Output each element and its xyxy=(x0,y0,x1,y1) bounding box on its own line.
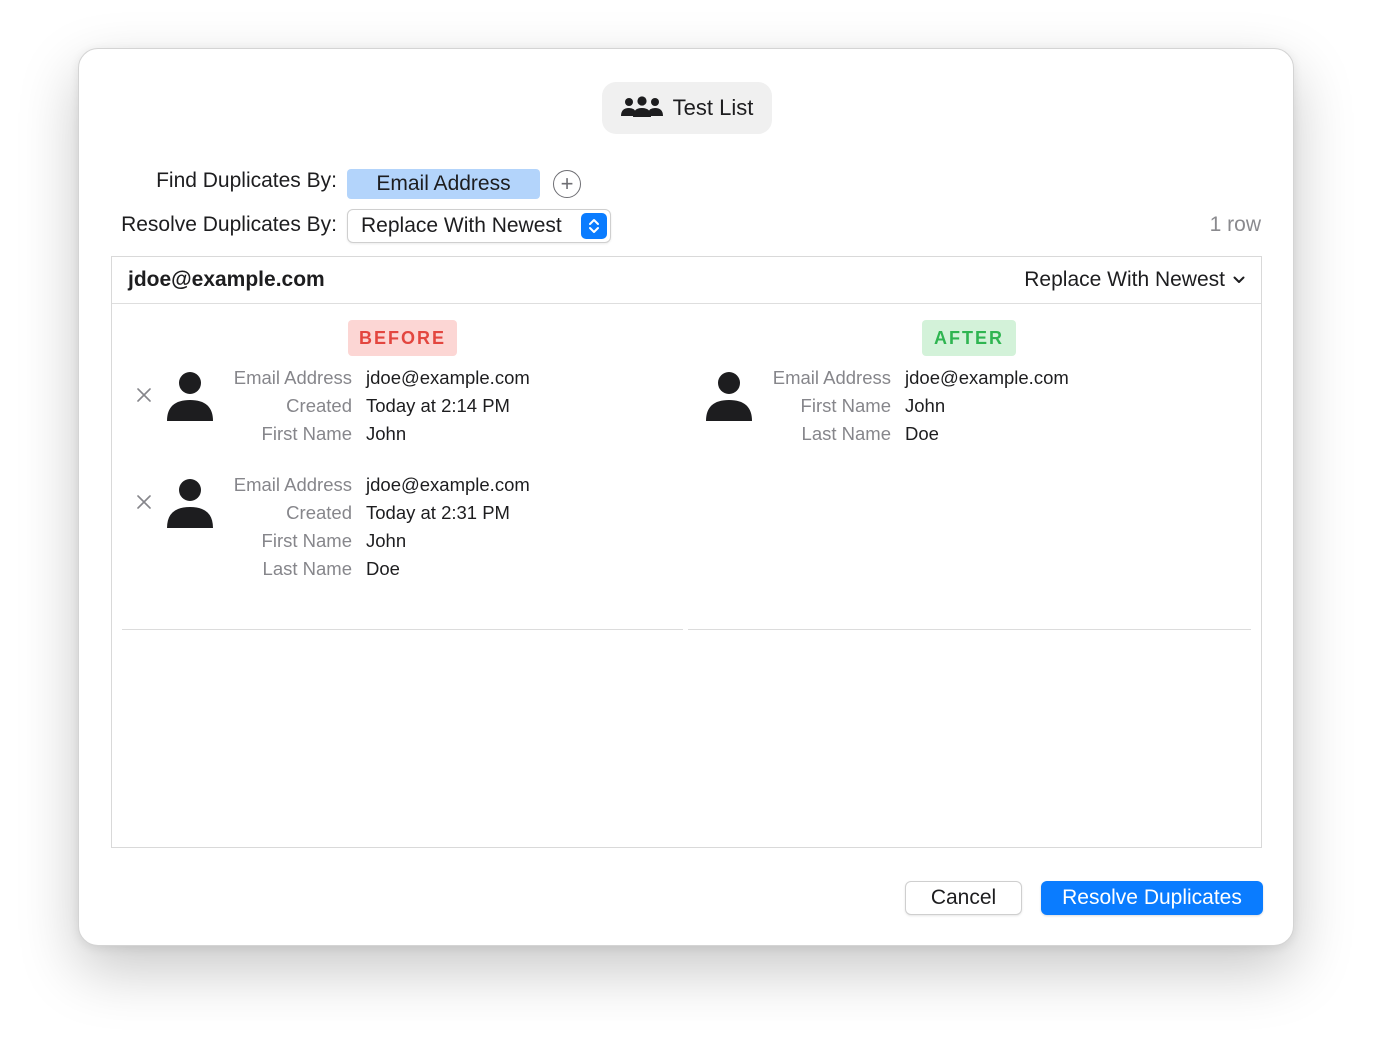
field-value-row: John xyxy=(905,395,1225,421)
field-key: First Name xyxy=(261,530,352,551)
group-email: jdoe@example.com xyxy=(128,268,325,291)
dedupe-sheet: Test List Find Duplicates By: Email Addr… xyxy=(78,48,1294,946)
resolve-strategy-value: Replace With Newest xyxy=(361,214,562,237)
field-value-row: John xyxy=(366,530,666,556)
field-value-row: Doe xyxy=(366,558,666,584)
field-key: Created xyxy=(286,395,352,416)
field-key: Email Address xyxy=(233,474,352,495)
field-value-row: jdoe@example.com xyxy=(905,367,1225,393)
field-value: Today at 2:31 PM xyxy=(366,502,510,523)
field-key: Email Address xyxy=(772,367,891,388)
field-value: Doe xyxy=(366,558,400,579)
field-value-row: John xyxy=(366,423,666,449)
people-group-icon xyxy=(620,96,663,117)
chevron-down-icon xyxy=(1233,276,1245,283)
remove-record-button[interactable] xyxy=(134,385,154,405)
field-key: Email Address xyxy=(233,367,352,388)
field-value: Today at 2:14 PM xyxy=(366,395,510,416)
after-badge: AFTER xyxy=(922,320,1016,356)
row-count: 1 row xyxy=(1209,213,1261,236)
field-label: Email Address xyxy=(691,367,891,393)
field-key: Created xyxy=(286,502,352,523)
before-divider xyxy=(122,629,683,630)
field-value: John xyxy=(366,530,407,551)
popup-stepper-icon xyxy=(581,213,607,239)
field-label: First Name xyxy=(691,395,891,421)
field-label: Last Name xyxy=(152,558,352,584)
field-value: jdoe@example.com xyxy=(366,367,530,388)
field-value-row: Today at 2:14 PM xyxy=(366,395,666,421)
field-label: Email Address xyxy=(152,474,352,500)
field-label: Created xyxy=(152,502,352,528)
field-key: First Name xyxy=(800,395,891,416)
field-key: Last Name xyxy=(801,423,891,444)
field-value: jdoe@example.com xyxy=(905,367,1069,388)
remove-record-button[interactable] xyxy=(134,492,154,512)
resolve-duplicates-button[interactable]: Resolve Duplicates xyxy=(1041,881,1263,915)
field-value-row: Today at 2:31 PM xyxy=(366,502,666,528)
field-value: John xyxy=(905,395,946,416)
list-chip[interactable]: Test List xyxy=(602,82,772,134)
close-icon xyxy=(137,495,151,509)
field-value: Doe xyxy=(905,423,939,444)
field-value-row: jdoe@example.com xyxy=(366,367,666,393)
after-divider xyxy=(688,629,1251,630)
plus-circle-icon: + xyxy=(560,171,574,196)
resolve-strategy-popup[interactable]: Replace With Newest xyxy=(347,209,611,243)
field-label: Created xyxy=(152,395,352,421)
field-value: jdoe@example.com xyxy=(366,474,530,495)
before-badge: BEFORE xyxy=(348,320,457,356)
field-label: Last Name xyxy=(691,423,891,449)
add-criteria-button[interactable]: + xyxy=(553,170,581,198)
field-value-row: jdoe@example.com xyxy=(366,474,666,500)
list-title: Test List xyxy=(672,95,754,120)
field-key: First Name xyxy=(261,423,352,444)
field-value: John xyxy=(366,423,407,444)
find-duplicates-label: Find Duplicates By: xyxy=(156,169,337,192)
resolve-duplicates-label: Resolve Duplicates By: xyxy=(121,213,337,236)
group-action-menu[interactable]: Replace With Newest xyxy=(1024,268,1245,292)
field-key: Last Name xyxy=(262,558,352,579)
close-icon xyxy=(137,388,151,402)
duplicate-group-panel: jdoe@example.com Replace With Newest BEF… xyxy=(111,256,1262,848)
field-value-row: Doe xyxy=(905,423,1225,449)
email-address-token[interactable]: Email Address xyxy=(347,169,540,199)
cancel-button[interactable]: Cancel xyxy=(905,881,1022,915)
field-label: First Name xyxy=(152,423,352,449)
group-header: jdoe@example.com Replace With Newest xyxy=(112,257,1261,304)
field-label: First Name xyxy=(152,530,352,556)
field-label: Email Address xyxy=(152,367,352,393)
group-action-label: Replace With Newest xyxy=(1024,268,1225,291)
